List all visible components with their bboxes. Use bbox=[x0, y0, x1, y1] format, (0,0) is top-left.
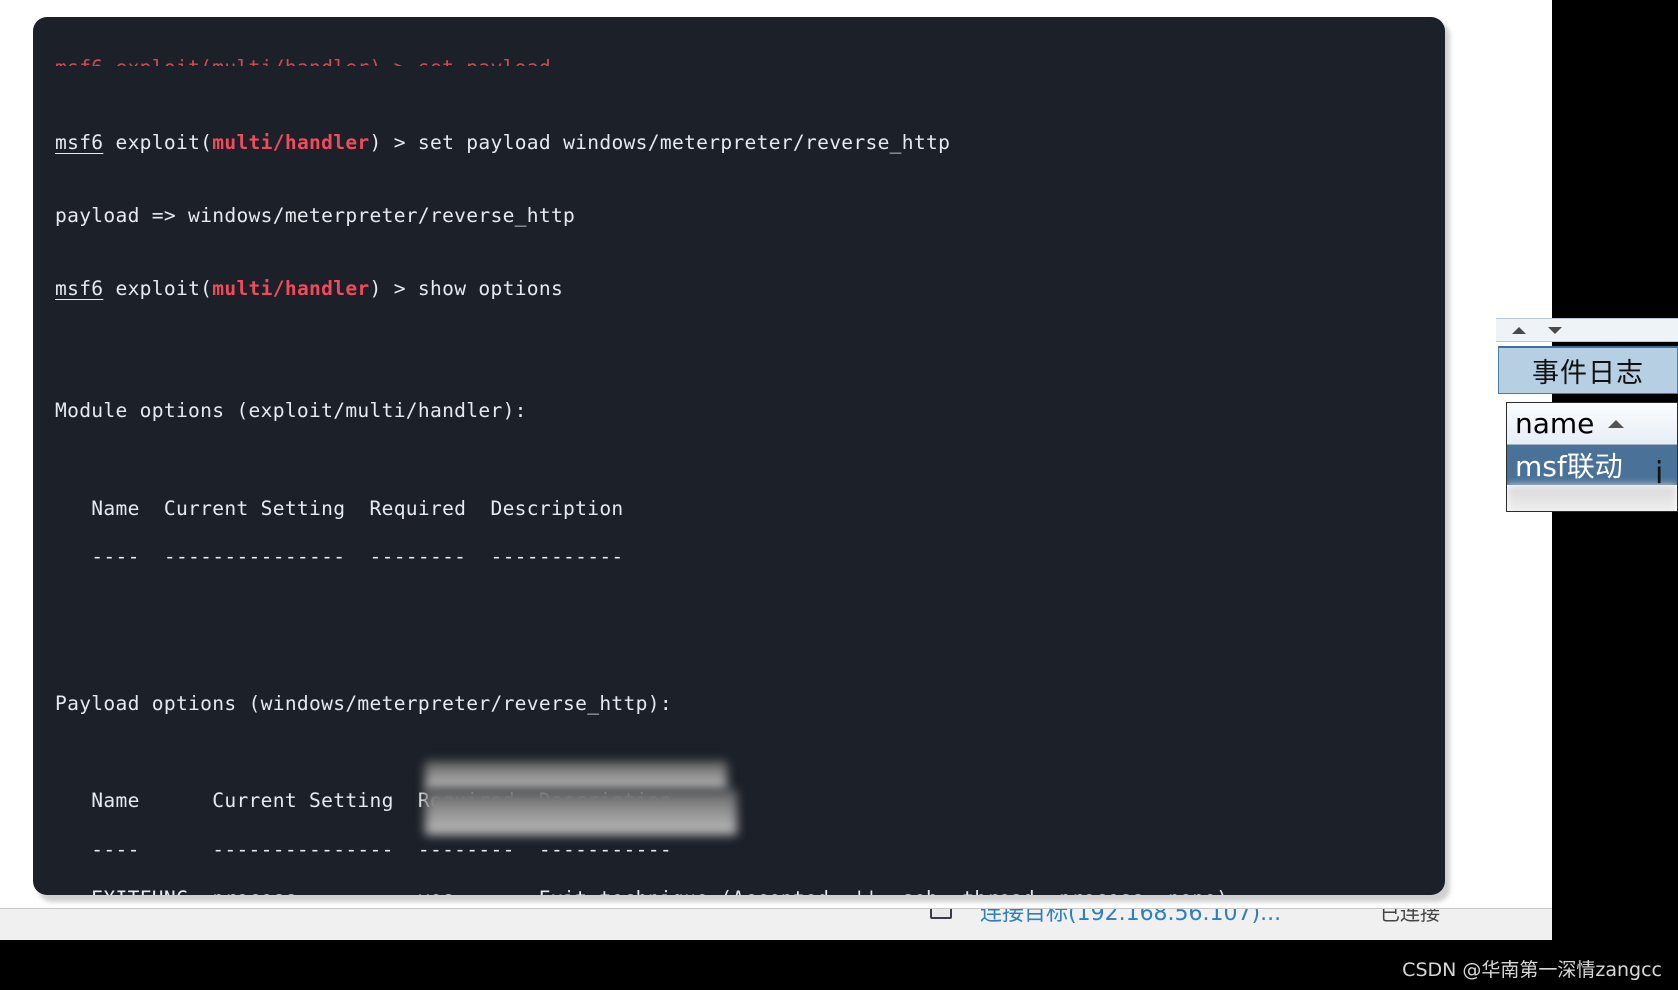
terminal-line-clipped: msf6 exploit(multi/handler) > set payloa… bbox=[55, 56, 1445, 66]
terminal-line-prompt: msf6 exploit(multi/handler) > set payloa… bbox=[55, 131, 1445, 155]
prompt-command: set payload windows/meterpreter/reverse_… bbox=[417, 130, 951, 154]
table-row[interactable] bbox=[1507, 485, 1677, 511]
prompt-ctx-open: exploit( bbox=[103, 277, 213, 301]
clipped-text-fragment: i bbox=[1655, 456, 1664, 491]
prompt-name: msf6 bbox=[55, 130, 104, 154]
table-row[interactable]: msf联动 bbox=[1507, 445, 1677, 485]
prompt-context: multi/handler bbox=[212, 277, 370, 301]
redacted-region bbox=[425, 761, 727, 791]
event-log-group-box: 事件日志 bbox=[1498, 346, 1678, 394]
sort-ascending-icon[interactable] bbox=[1608, 419, 1625, 428]
terminal-line-table-header: Name Current Setting Required Descriptio… bbox=[55, 789, 672, 813]
event-log-table[interactable]: name msf联动 bbox=[1506, 402, 1678, 512]
table-header-row[interactable]: name bbox=[1507, 403, 1677, 445]
prompt-ctx-open: exploit( bbox=[103, 130, 213, 154]
terminal-line-table-header: Name Current Setting Required Descriptio… bbox=[55, 496, 624, 520]
terminal-line-table-row: EXITFUNC process yes Exit technique (Acc… bbox=[55, 887, 1445, 895]
background-app-status-strip: 连接目标(192.168.56.107)... 已连接 bbox=[0, 908, 1552, 940]
prompt-name: msf6 bbox=[55, 277, 104, 301]
terminal-line-section-header: Module options (exploit/multi/handler): bbox=[55, 399, 527, 423]
sort-ascending-icon[interactable] bbox=[1512, 326, 1526, 334]
terminal-line-table-rule: ---- --------------- -------- ----------… bbox=[55, 838, 672, 862]
side-panel-toolbar[interactable] bbox=[1496, 318, 1678, 342]
terminal-line-table-rule: ---- --------------- -------- ----------… bbox=[55, 545, 624, 569]
terminal-line-section-header: Payload options (windows/meterpreter/rev… bbox=[55, 691, 672, 715]
table-cell-name: msf联动 bbox=[1515, 450, 1623, 483]
terminal-line-prompt: msf6 exploit(multi/handler) > show optio… bbox=[55, 277, 1445, 301]
window-icon bbox=[930, 909, 952, 919]
prompt-context: multi/handler bbox=[212, 130, 370, 154]
event-log-title: 事件日志 bbox=[1532, 358, 1644, 389]
status-right-text: 已连接 bbox=[1380, 908, 1440, 925]
prompt-command: show options bbox=[417, 277, 564, 301]
csdn-watermark: CSDN @华南第一深情zangcc bbox=[1402, 959, 1662, 981]
terminal-output[interactable]: msf6 exploit(multi/handler) > set payloa… bbox=[33, 17, 1445, 895]
terminal-line-output: payload => windows/meterpreter/reverse_h… bbox=[55, 203, 576, 227]
column-header-name[interactable]: name bbox=[1515, 407, 1594, 440]
prompt-ctx-close: ) > bbox=[369, 277, 418, 301]
prompt-ctx-close: ) > bbox=[369, 130, 418, 154]
sort-descending-icon[interactable] bbox=[1548, 326, 1562, 334]
terminal-window[interactable]: msf6 exploit(multi/handler) > set payloa… bbox=[33, 17, 1445, 895]
screen-root: 事件日志 name msf联动 i 连接目标(192.168.56.107)..… bbox=[0, 0, 1678, 990]
status-link-text[interactable]: 连接目标(192.168.56.107)... bbox=[980, 909, 1281, 927]
redacted-region bbox=[425, 789, 737, 835]
